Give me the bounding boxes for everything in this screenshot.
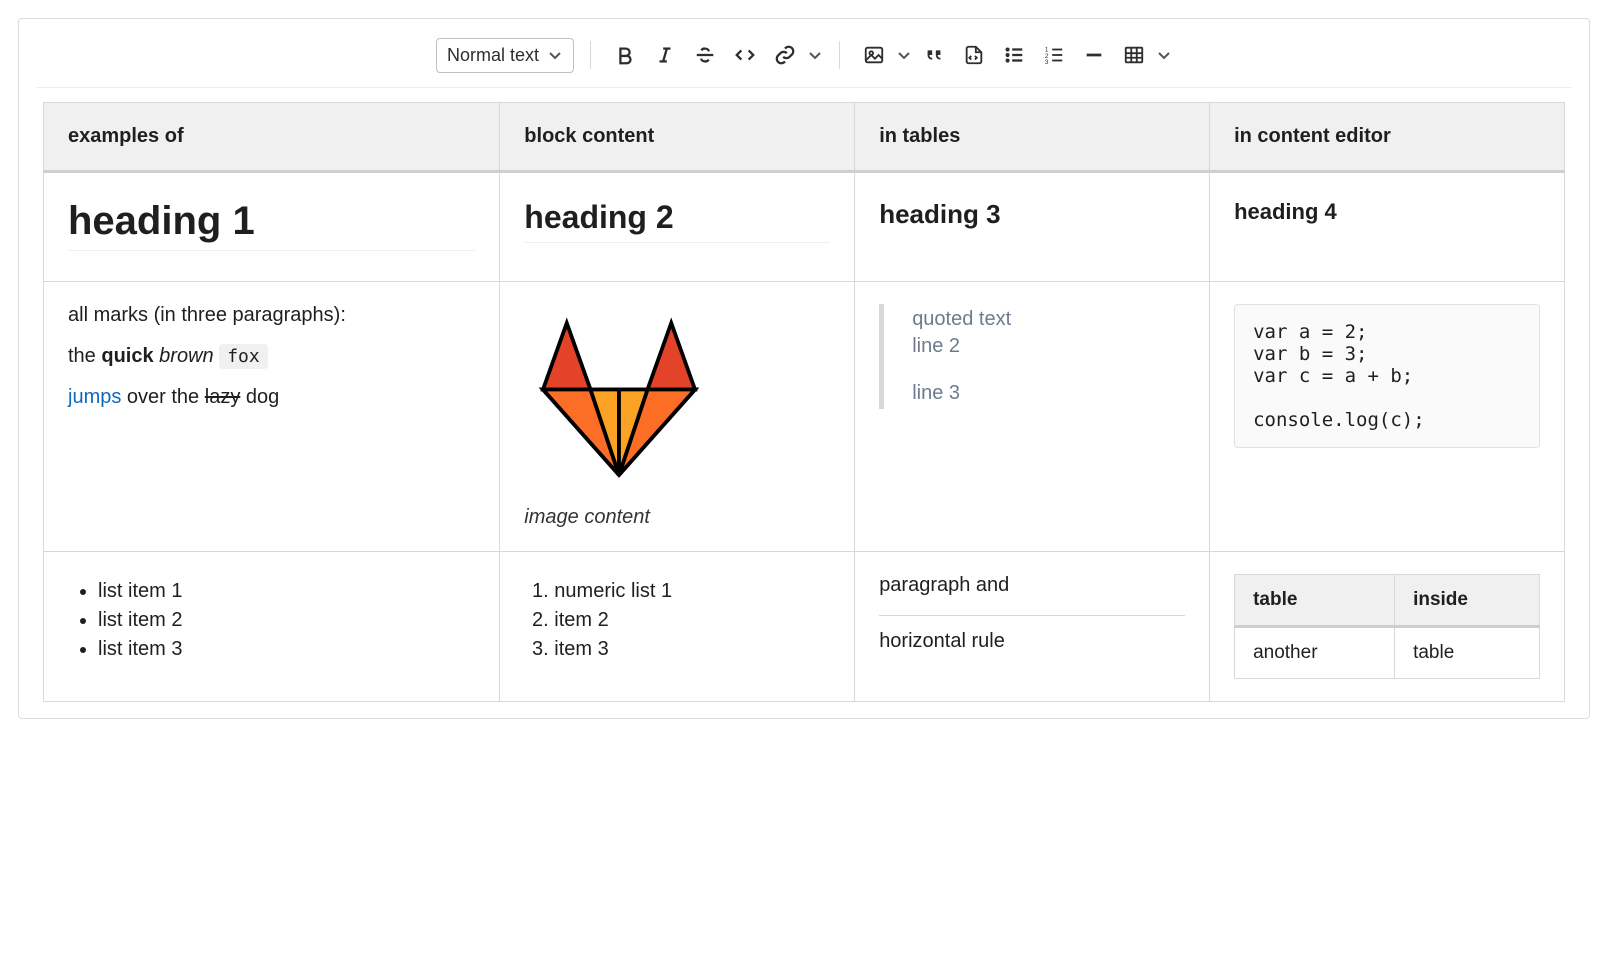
heading-2: heading 2 bbox=[524, 199, 830, 243]
table-cell[interactable]: var a = 2; var b = 3; var c = a + b; con… bbox=[1210, 282, 1565, 552]
bold-button[interactable] bbox=[607, 37, 643, 73]
quote-line: quoted text bbox=[912, 308, 1185, 331]
chevron-down-icon[interactable] bbox=[1156, 47, 1172, 63]
inline-code: fox bbox=[219, 344, 268, 369]
outer-table[interactable]: examples of block content in tables in c… bbox=[43, 102, 1565, 702]
code-block-button[interactable] bbox=[956, 37, 992, 73]
paragraph: the quick brown fox bbox=[68, 345, 475, 368]
table-cell[interactable]: numeric list 1 item 2 item 3 bbox=[500, 552, 855, 702]
quote-line: line 3 bbox=[912, 382, 1185, 405]
separator bbox=[590, 41, 591, 69]
chevron-down-icon[interactable] bbox=[807, 47, 823, 63]
format-group bbox=[607, 37, 823, 73]
content-area[interactable]: examples of block content in tables in c… bbox=[37, 88, 1571, 710]
list-item: item 2 bbox=[554, 609, 830, 632]
italic-button[interactable] bbox=[647, 37, 683, 73]
gitlab-logo-icon bbox=[524, 304, 714, 494]
table-header[interactable]: block content bbox=[500, 103, 855, 172]
heading-3: heading 3 bbox=[879, 199, 1185, 230]
table-header[interactable]: examples of bbox=[44, 103, 500, 172]
table-button[interactable] bbox=[1116, 37, 1152, 73]
link-button[interactable] bbox=[767, 37, 803, 73]
heading-1: heading 1 bbox=[68, 199, 475, 251]
table-cell[interactable]: heading 1 bbox=[44, 172, 500, 282]
text-style-dropdown[interactable]: Normal text bbox=[436, 38, 574, 73]
horizontal-rule-button[interactable] bbox=[1076, 37, 1112, 73]
chevron-down-icon bbox=[547, 47, 563, 63]
table-header[interactable]: table bbox=[1235, 575, 1395, 627]
table-cell[interactable]: image content bbox=[500, 282, 855, 552]
paragraph: jumps over the lazy dog bbox=[68, 386, 475, 409]
table-cell[interactable]: list item 1 list item 2 list item 3 bbox=[44, 552, 500, 702]
table-cell[interactable]: table bbox=[1395, 627, 1540, 679]
text-style-label: Normal text bbox=[447, 45, 539, 66]
table-cell[interactable]: all marks (in three paragraphs): the qui… bbox=[44, 282, 500, 552]
list-item: list item 3 bbox=[98, 638, 475, 661]
heading-4: heading 4 bbox=[1234, 199, 1540, 225]
svg-text:3: 3 bbox=[1045, 59, 1049, 66]
quote-line: line 2 bbox=[912, 335, 1185, 358]
chevron-down-icon[interactable] bbox=[896, 47, 912, 63]
numbered-list: numeric list 1 item 2 item 3 bbox=[524, 580, 830, 661]
code-button[interactable] bbox=[727, 37, 763, 73]
italic-text: brown bbox=[159, 345, 213, 367]
table-cell[interactable]: quoted text line 2 line 3 bbox=[855, 282, 1210, 552]
horizontal-rule bbox=[879, 615, 1185, 616]
code-block: var a = 2; var b = 3; var c = a + b; con… bbox=[1234, 304, 1540, 448]
bullet-list-button[interactable] bbox=[996, 37, 1032, 73]
separator bbox=[839, 41, 840, 69]
bullet-list: list item 1 list item 2 list item 3 bbox=[68, 580, 475, 661]
inner-table[interactable]: table inside another table bbox=[1234, 574, 1540, 679]
link-text[interactable]: jumps bbox=[68, 386, 121, 408]
table-row: list item 1 list item 2 list item 3 nume… bbox=[44, 552, 1565, 702]
bold-text: quick bbox=[101, 345, 153, 367]
table-cell[interactable]: heading 3 bbox=[855, 172, 1210, 282]
table-cell[interactable]: heading 2 bbox=[500, 172, 855, 282]
strikethrough-button[interactable] bbox=[687, 37, 723, 73]
list-item: list item 1 bbox=[98, 580, 475, 603]
table-cell[interactable]: table inside another table bbox=[1210, 552, 1565, 702]
paragraph: horizontal rule bbox=[879, 630, 1185, 653]
image-button[interactable] bbox=[856, 37, 892, 73]
table-row: heading 1 heading 2 heading 3 heading 4 bbox=[44, 172, 1565, 282]
list-item: numeric list 1 bbox=[554, 580, 830, 603]
table-row: all marks (in three paragraphs): the qui… bbox=[44, 282, 1565, 552]
blockquote: quoted text line 2 line 3 bbox=[879, 304, 1185, 409]
strike-text: lazy bbox=[205, 386, 241, 408]
numbered-list-button[interactable]: 123 bbox=[1036, 37, 1072, 73]
list-item: item 3 bbox=[554, 638, 830, 661]
paragraph: all marks (in three paragraphs): bbox=[68, 304, 475, 327]
table-header[interactable]: inside bbox=[1395, 575, 1540, 627]
table-cell[interactable]: paragraph and horizontal rule bbox=[855, 552, 1210, 702]
quote-button[interactable] bbox=[916, 37, 952, 73]
table-cell[interactable]: another bbox=[1235, 627, 1395, 679]
list-item: list item 2 bbox=[98, 609, 475, 632]
insert-group: 123 bbox=[856, 37, 1172, 73]
table-cell[interactable]: heading 4 bbox=[1210, 172, 1565, 282]
editor-frame: Normal text bbox=[18, 18, 1590, 719]
toolbar: Normal text bbox=[37, 37, 1571, 88]
paragraph: paragraph and bbox=[879, 574, 1185, 597]
table-header[interactable]: in content editor bbox=[1210, 103, 1565, 172]
image-caption: image content bbox=[524, 506, 830, 529]
table-header[interactable]: in tables bbox=[855, 103, 1210, 172]
